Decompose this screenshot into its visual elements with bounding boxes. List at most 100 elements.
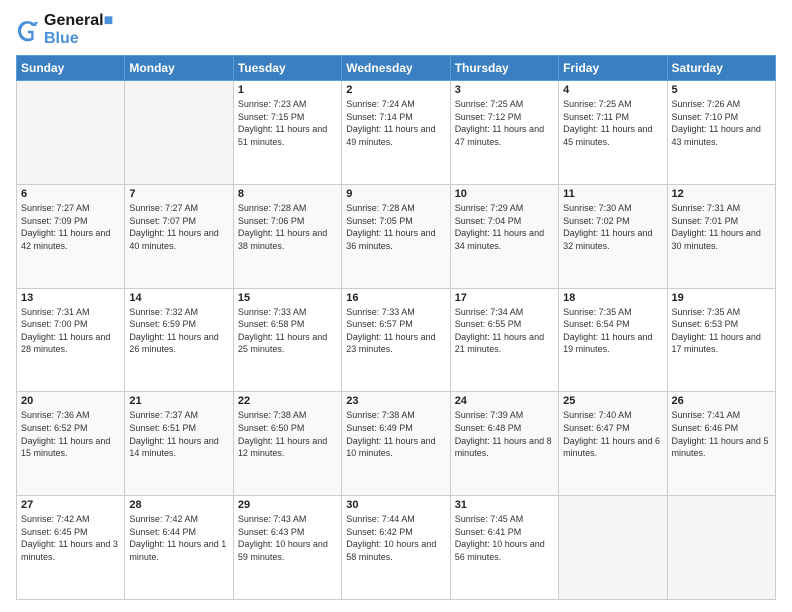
day-number: 25 bbox=[563, 395, 662, 407]
logo-text: General■ Blue bbox=[44, 12, 113, 47]
day-info: Sunrise: 7:25 AM Sunset: 7:11 PM Dayligh… bbox=[563, 98, 662, 148]
day-number: 3 bbox=[455, 84, 554, 96]
day-number: 27 bbox=[21, 499, 120, 511]
day-info: Sunrise: 7:35 AM Sunset: 6:53 PM Dayligh… bbox=[672, 306, 771, 356]
day-number: 5 bbox=[672, 84, 771, 96]
day-number: 7 bbox=[129, 188, 228, 200]
logo: General■ Blue bbox=[16, 12, 113, 47]
day-number: 9 bbox=[346, 188, 445, 200]
day-info: Sunrise: 7:24 AM Sunset: 7:14 PM Dayligh… bbox=[346, 98, 445, 148]
day-number: 18 bbox=[563, 292, 662, 304]
day-info: Sunrise: 7:45 AM Sunset: 6:41 PM Dayligh… bbox=[455, 513, 554, 563]
calendar-cell: 5Sunrise: 7:26 AM Sunset: 7:10 PM Daylig… bbox=[667, 81, 775, 185]
day-number: 6 bbox=[21, 188, 120, 200]
weekday-header-wednesday: Wednesday bbox=[342, 56, 450, 81]
week-row-4: 27Sunrise: 7:42 AM Sunset: 6:45 PM Dayli… bbox=[17, 496, 776, 600]
calendar-cell: 12Sunrise: 7:31 AM Sunset: 7:01 PM Dayli… bbox=[667, 184, 775, 288]
day-info: Sunrise: 7:38 AM Sunset: 6:49 PM Dayligh… bbox=[346, 409, 445, 459]
day-number: 11 bbox=[563, 188, 662, 200]
day-number: 17 bbox=[455, 292, 554, 304]
day-info: Sunrise: 7:32 AM Sunset: 6:59 PM Dayligh… bbox=[129, 306, 228, 356]
calendar-cell: 16 Sunrise: 7:33 AM Sunset: 6:57 PM Dayli… bbox=[342, 288, 450, 392]
weekday-header-monday: Monday bbox=[125, 56, 233, 81]
day-number: 2 bbox=[346, 84, 445, 96]
calendar-cell: 22Sunrise: 7:38 AM Sunset: 6:50 PM Dayli… bbox=[233, 392, 341, 496]
calendar-cell: 29 Sunrise: 7:43 AM Sunset: 6:43 PM Dayli… bbox=[233, 496, 341, 600]
day-info: Sunrise: 7:33 AM Sunset: 6:57 PM Dayligh… bbox=[346, 306, 445, 356]
weekday-header-tuesday: Tuesday bbox=[233, 56, 341, 81]
day-info: Sunrise: 7:43 AM Sunset: 6:43 PM Dayligh… bbox=[238, 513, 337, 563]
day-info: Sunrise: 7:25 AM Sunset: 7:12 PM Dayligh… bbox=[455, 98, 554, 148]
day-number: 1 bbox=[238, 84, 337, 96]
calendar-cell: 24 Sunrise: 7:39 AM Sunset: 6:48 PM Dayli… bbox=[450, 392, 558, 496]
day-info: Sunrise: 7:27 AM Sunset: 7:07 PM Dayligh… bbox=[129, 202, 228, 252]
calendar-cell: 9 Sunrise: 7:28 AM Sunset: 7:05 PM Daylig… bbox=[342, 184, 450, 288]
day-number: 15 bbox=[238, 292, 337, 304]
calendar-cell: 10 Sunrise: 7:29 AM Sunset: 7:04 PM Dayli… bbox=[450, 184, 558, 288]
calendar-cell: 27Sunrise: 7:42 AM Sunset: 6:45 PM Dayli… bbox=[17, 496, 125, 600]
calendar-cell: 28Sunrise: 7:42 AM Sunset: 6:44 PM Dayli… bbox=[125, 496, 233, 600]
day-info: Sunrise: 7:31 AM Sunset: 7:00 PM Dayligh… bbox=[21, 306, 120, 356]
calendar-cell: 11Sunrise: 7:30 AM Sunset: 7:02 PM Dayli… bbox=[559, 184, 667, 288]
day-info: Sunrise: 7:39 AM Sunset: 6:48 PM Dayligh… bbox=[455, 409, 554, 459]
week-row-1: 6 Sunrise: 7:27 AM Sunset: 7:09 PM Daylig… bbox=[17, 184, 776, 288]
calendar-cell: 17 Sunrise: 7:34 AM Sunset: 6:55 PM Dayli… bbox=[450, 288, 558, 392]
day-number: 28 bbox=[129, 499, 228, 511]
day-info: Sunrise: 7:38 AM Sunset: 6:50 PM Dayligh… bbox=[238, 409, 337, 459]
calendar-cell: 13Sunrise: 7:31 AM Sunset: 7:00 PM Dayli… bbox=[17, 288, 125, 392]
day-info: Sunrise: 7:23 AM Sunset: 7:15 PM Dayligh… bbox=[238, 98, 337, 148]
calendar-cell bbox=[17, 81, 125, 185]
week-row-0: 1 Sunrise: 7:23 AM Sunset: 7:15 PM Daylig… bbox=[17, 81, 776, 185]
weekday-header-thursday: Thursday bbox=[450, 56, 558, 81]
weekday-header-sunday: Sunday bbox=[17, 56, 125, 81]
calendar-cell bbox=[125, 81, 233, 185]
day-number: 8 bbox=[238, 188, 337, 200]
day-info: Sunrise: 7:28 AM Sunset: 7:06 PM Dayligh… bbox=[238, 202, 337, 252]
day-info: Sunrise: 7:41 AM Sunset: 6:46 PM Dayligh… bbox=[672, 409, 771, 459]
day-number: 23 bbox=[346, 395, 445, 407]
day-info: Sunrise: 7:40 AM Sunset: 6:47 PM Dayligh… bbox=[563, 409, 662, 459]
day-number: 19 bbox=[672, 292, 771, 304]
day-number: 26 bbox=[672, 395, 771, 407]
calendar-cell: 15 Sunrise: 7:33 AM Sunset: 6:58 PM Dayli… bbox=[233, 288, 341, 392]
calendar-table: SundayMondayTuesdayWednesdayThursdayFrid… bbox=[16, 55, 776, 600]
day-number: 31 bbox=[455, 499, 554, 511]
weekday-header-saturday: Saturday bbox=[667, 56, 775, 81]
day-info: Sunrise: 7:33 AM Sunset: 6:58 PM Dayligh… bbox=[238, 306, 337, 356]
calendar-cell: 6 Sunrise: 7:27 AM Sunset: 7:09 PM Daylig… bbox=[17, 184, 125, 288]
calendar-body: 1 Sunrise: 7:23 AM Sunset: 7:15 PM Daylig… bbox=[17, 81, 776, 600]
calendar-cell: 14Sunrise: 7:32 AM Sunset: 6:59 PM Dayli… bbox=[125, 288, 233, 392]
day-number: 29 bbox=[238, 499, 337, 511]
week-row-2: 13Sunrise: 7:31 AM Sunset: 7:00 PM Dayli… bbox=[17, 288, 776, 392]
header: General■ Blue bbox=[16, 12, 776, 47]
day-number: 20 bbox=[21, 395, 120, 407]
calendar-cell: 4 Sunrise: 7:25 AM Sunset: 7:11 PM Daylig… bbox=[559, 81, 667, 185]
calendar-cell: 18 Sunrise: 7:35 AM Sunset: 6:54 PM Dayli… bbox=[559, 288, 667, 392]
calendar-cell: 25 Sunrise: 7:40 AM Sunset: 6:47 PM Dayli… bbox=[559, 392, 667, 496]
calendar-cell: 3 Sunrise: 7:25 AM Sunset: 7:12 PM Daylig… bbox=[450, 81, 558, 185]
calendar-cell: 23 Sunrise: 7:38 AM Sunset: 6:49 PM Dayli… bbox=[342, 392, 450, 496]
weekday-header-friday: Friday bbox=[559, 56, 667, 81]
calendar-cell: 21Sunrise: 7:37 AM Sunset: 6:51 PM Dayli… bbox=[125, 392, 233, 496]
calendar-cell: 19 Sunrise: 7:35 AM Sunset: 6:53 PM Dayli… bbox=[667, 288, 775, 392]
calendar-cell: 8 Sunrise: 7:28 AM Sunset: 7:06 PM Daylig… bbox=[233, 184, 341, 288]
calendar-cell: 20Sunrise: 7:36 AM Sunset: 6:52 PM Dayli… bbox=[17, 392, 125, 496]
calendar-cell bbox=[559, 496, 667, 600]
calendar-cell: 1 Sunrise: 7:23 AM Sunset: 7:15 PM Daylig… bbox=[233, 81, 341, 185]
calendar-cell: 7 Sunrise: 7:27 AM Sunset: 7:07 PM Daylig… bbox=[125, 184, 233, 288]
day-number: 12 bbox=[672, 188, 771, 200]
day-number: 10 bbox=[455, 188, 554, 200]
day-number: 21 bbox=[129, 395, 228, 407]
day-info: Sunrise: 7:27 AM Sunset: 7:09 PM Dayligh… bbox=[21, 202, 120, 252]
day-number: 30 bbox=[346, 499, 445, 511]
day-number: 24 bbox=[455, 395, 554, 407]
calendar-cell: 30Sunrise: 7:44 AM Sunset: 6:42 PM Dayli… bbox=[342, 496, 450, 600]
calendar-page: General■ Blue SundayMondayTuesdayWednesd… bbox=[0, 0, 792, 612]
day-info: Sunrise: 7:29 AM Sunset: 7:04 PM Dayligh… bbox=[455, 202, 554, 252]
day-info: Sunrise: 7:28 AM Sunset: 7:05 PM Dayligh… bbox=[346, 202, 445, 252]
day-number: 16 bbox=[346, 292, 445, 304]
day-info: Sunrise: 7:35 AM Sunset: 6:54 PM Dayligh… bbox=[563, 306, 662, 356]
day-info: Sunrise: 7:34 AM Sunset: 6:55 PM Dayligh… bbox=[455, 306, 554, 356]
day-number: 4 bbox=[563, 84, 662, 96]
logo-icon bbox=[16, 18, 40, 42]
